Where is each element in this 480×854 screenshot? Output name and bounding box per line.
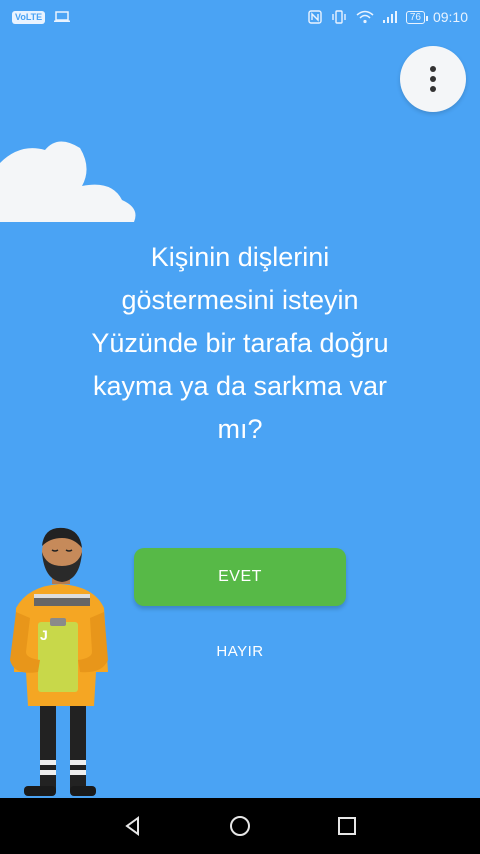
back-button[interactable] (113, 806, 153, 846)
home-button[interactable] (220, 806, 260, 846)
signal-icon (382, 11, 397, 23)
status-left: VoLTE (12, 10, 71, 24)
more-vert-icon-dot (430, 76, 436, 82)
more-vert-icon-dot (430, 86, 436, 92)
navigation-bar (0, 798, 480, 854)
more-vert-icon (430, 66, 436, 72)
nfc-icon (308, 10, 322, 24)
wifi-icon (356, 10, 374, 24)
question-line-1: Kişinin dişlerini (150, 242, 330, 272)
volte-badge: VoLTE (12, 10, 46, 24)
no-button[interactable]: HAYIR (190, 632, 290, 670)
yes-button[interactable]: EVET (134, 548, 346, 606)
question-text: Kişinin dişlerini göstermesini isteyin Y… (30, 236, 450, 451)
laptop-icon (54, 11, 71, 22)
question-line-2: göstermesini isteyin (121, 285, 359, 315)
clock: 09:10 (432, 9, 468, 25)
status-bar: VoLTE 76 09:10 (0, 0, 480, 34)
paramedic-illustration: J (10, 527, 108, 796)
battery-icon: 76 (405, 10, 429, 24)
question-line-4: kayma ya da sarkma var (92, 371, 388, 401)
home-icon (229, 816, 250, 836)
cloud-illustration (0, 141, 136, 222)
question-line-3: Yüzünde bir tarafa doğru (91, 328, 389, 358)
more-options-button[interactable] (400, 46, 466, 112)
question-line-5: mı? (217, 414, 263, 444)
back-icon (125, 816, 140, 836)
vibrate-icon (332, 10, 346, 24)
recents-button[interactable] (327, 806, 367, 846)
recents-icon (337, 817, 356, 835)
svg-text:J: J (40, 627, 48, 643)
status-right: 76 09:10 (308, 9, 468, 25)
